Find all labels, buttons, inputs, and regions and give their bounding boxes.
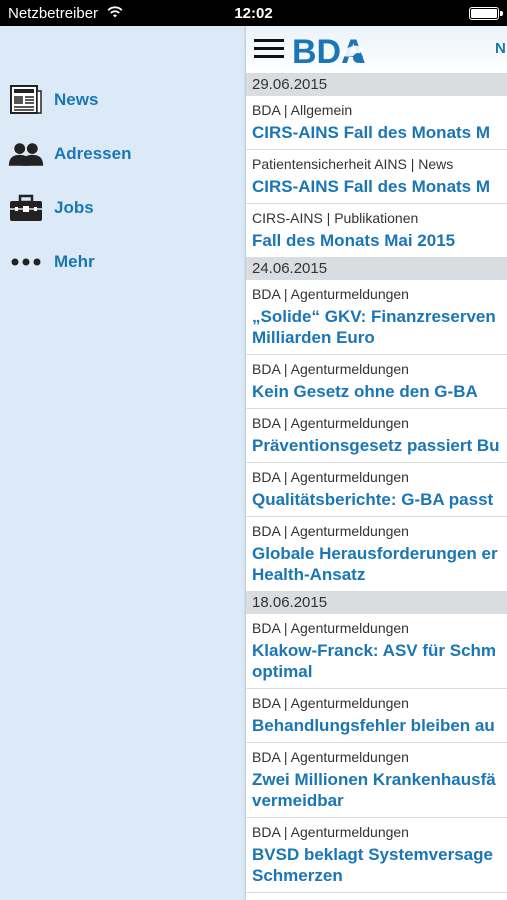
news-item[interactable]: BDA | Agenturmeldungen BVSD beklagt Syste… <box>246 818 507 893</box>
newspaper-icon <box>8 84 44 116</box>
news-category: BDA | Allgemein <box>252 102 353 118</box>
date-header: 18.06.2015 <box>246 592 507 614</box>
news-category: BDA | Agenturmeldungen <box>252 695 409 711</box>
news-title: Zwei Millionen Krankenhausfä <box>252 770 496 789</box>
news-category: BDA | Agenturmeldungen <box>252 469 409 485</box>
news-title: Behandlungsfehler bleiben au <box>252 716 495 735</box>
news-item[interactable]: BDA | Agenturmeldungen Globale Herausford… <box>246 517 507 592</box>
menu-item-news[interactable]: News <box>8 80 238 120</box>
news-title-line2: Health-Ansatz <box>252 565 366 584</box>
news-title: Klakow-Franck: ASV für Schm <box>252 641 497 660</box>
bda-logo: BDA <box>292 33 366 67</box>
news-title-line2: Schmerzen <box>252 866 343 885</box>
news-item[interactable]: BDA | Agenturmeldungen Präventionsgesetz … <box>246 409 507 463</box>
news-title: Globale Herausforderungen er <box>252 544 498 563</box>
header-right-label[interactable]: N <box>495 40 506 57</box>
news-title: „Solide“ GKV: Finanzreserven <box>252 307 496 326</box>
news-item[interactable]: BDA | Agenturmeldungen Zwei Millionen Kra… <box>246 743 507 818</box>
more-dots-icon <box>8 246 44 278</box>
news-title: CIRS-AINS Fall des Monats M <box>252 177 491 196</box>
date-header: 24.06.2015 <box>246 258 507 280</box>
news-category: Patientensicherheit AINS | News <box>252 156 454 172</box>
menu-label-news: News <box>54 90 99 109</box>
news-title-line2: Milliarden Euro <box>252 328 375 347</box>
briefcase-icon <box>8 192 44 224</box>
news-category: BDA | Agenturmeldungen <box>252 523 409 539</box>
news-feed: 29.06.2015 BDA | Allgemein CIRS-AINS Fall … <box>246 74 507 893</box>
news-item[interactable]: BDA | Agenturmeldungen Qualitätsberichte:… <box>246 463 507 517</box>
news-category: BDA | Agenturmeldungen <box>252 620 409 636</box>
menu-item-mehr[interactable]: Mehr <box>8 242 238 282</box>
news-category: BDA | Agenturmeldungen <box>252 824 409 840</box>
hamburger-menu-icon[interactable] <box>254 39 284 61</box>
clock: 12:02 <box>234 5 273 22</box>
news-category: BDA | Agenturmeldungen <box>252 749 409 765</box>
news-item[interactable]: BDA | Agenturmeldungen Behandlungsfehler … <box>246 689 507 743</box>
news-title: Präventionsgesetz passiert Bu <box>252 436 500 455</box>
news-title: Qualitätsberichte: G-BA passt <box>252 490 494 509</box>
news-title: Kein Gesetz ohne den G-BA <box>252 382 478 401</box>
news-title-line2: vermeidbar <box>252 791 344 810</box>
news-item[interactable]: BDA | Allgemein CIRS-AINS Fall des Monats… <box>246 96 507 150</box>
navigation-bar: BDA N <box>246 26 507 74</box>
battery-icon <box>469 7 503 20</box>
news-item[interactable]: Patientensicherheit AINS | News CIRS-AINS… <box>246 150 507 204</box>
news-title: Fall des Monats Mai 2015 <box>252 231 456 250</box>
news-panel: BDA N 29.06.2015 BDA | Allgemein CIRS-AINS… <box>246 26 507 900</box>
menu-label-adressen: Adressen <box>54 144 132 163</box>
menu-label-jobs: Jobs <box>54 198 94 217</box>
status-bar: Netzbetreiber 12:02 <box>0 0 507 26</box>
people-icon <box>8 138 44 170</box>
menu-label-mehr: Mehr <box>54 252 95 271</box>
news-item[interactable]: BDA | Agenturmeldungen „Solide“ GKV: Fina… <box>246 280 507 355</box>
news-title: BVSD beklagt Systemversage <box>252 845 493 864</box>
news-category: CIRS-AINS | Publikationen <box>252 210 419 226</box>
menu-item-jobs[interactable]: Jobs <box>8 188 238 228</box>
news-category: BDA | Agenturmeldungen <box>252 361 409 377</box>
date-header: 29.06.2015 <box>246 74 507 96</box>
news-title-line2: optimal <box>252 662 313 681</box>
news-item[interactable]: BDA | Agenturmeldungen Kein Gesetz ohne d… <box>246 355 507 409</box>
side-menu: News Adressen Jobs Mehr <box>0 26 246 900</box>
news-item[interactable]: CIRS-AINS | Publikationen Fall des Monats… <box>246 204 507 258</box>
news-category: BDA | Agenturmeldungen <box>252 286 409 302</box>
menu-item-adressen[interactable]: Adressen <box>8 134 238 174</box>
news-title: CIRS-AINS Fall des Monats M <box>252 123 491 142</box>
news-item[interactable]: BDA | Agenturmeldungen Klakow-Franck: ASV… <box>246 614 507 689</box>
news-category: BDA | Agenturmeldungen <box>252 415 409 431</box>
